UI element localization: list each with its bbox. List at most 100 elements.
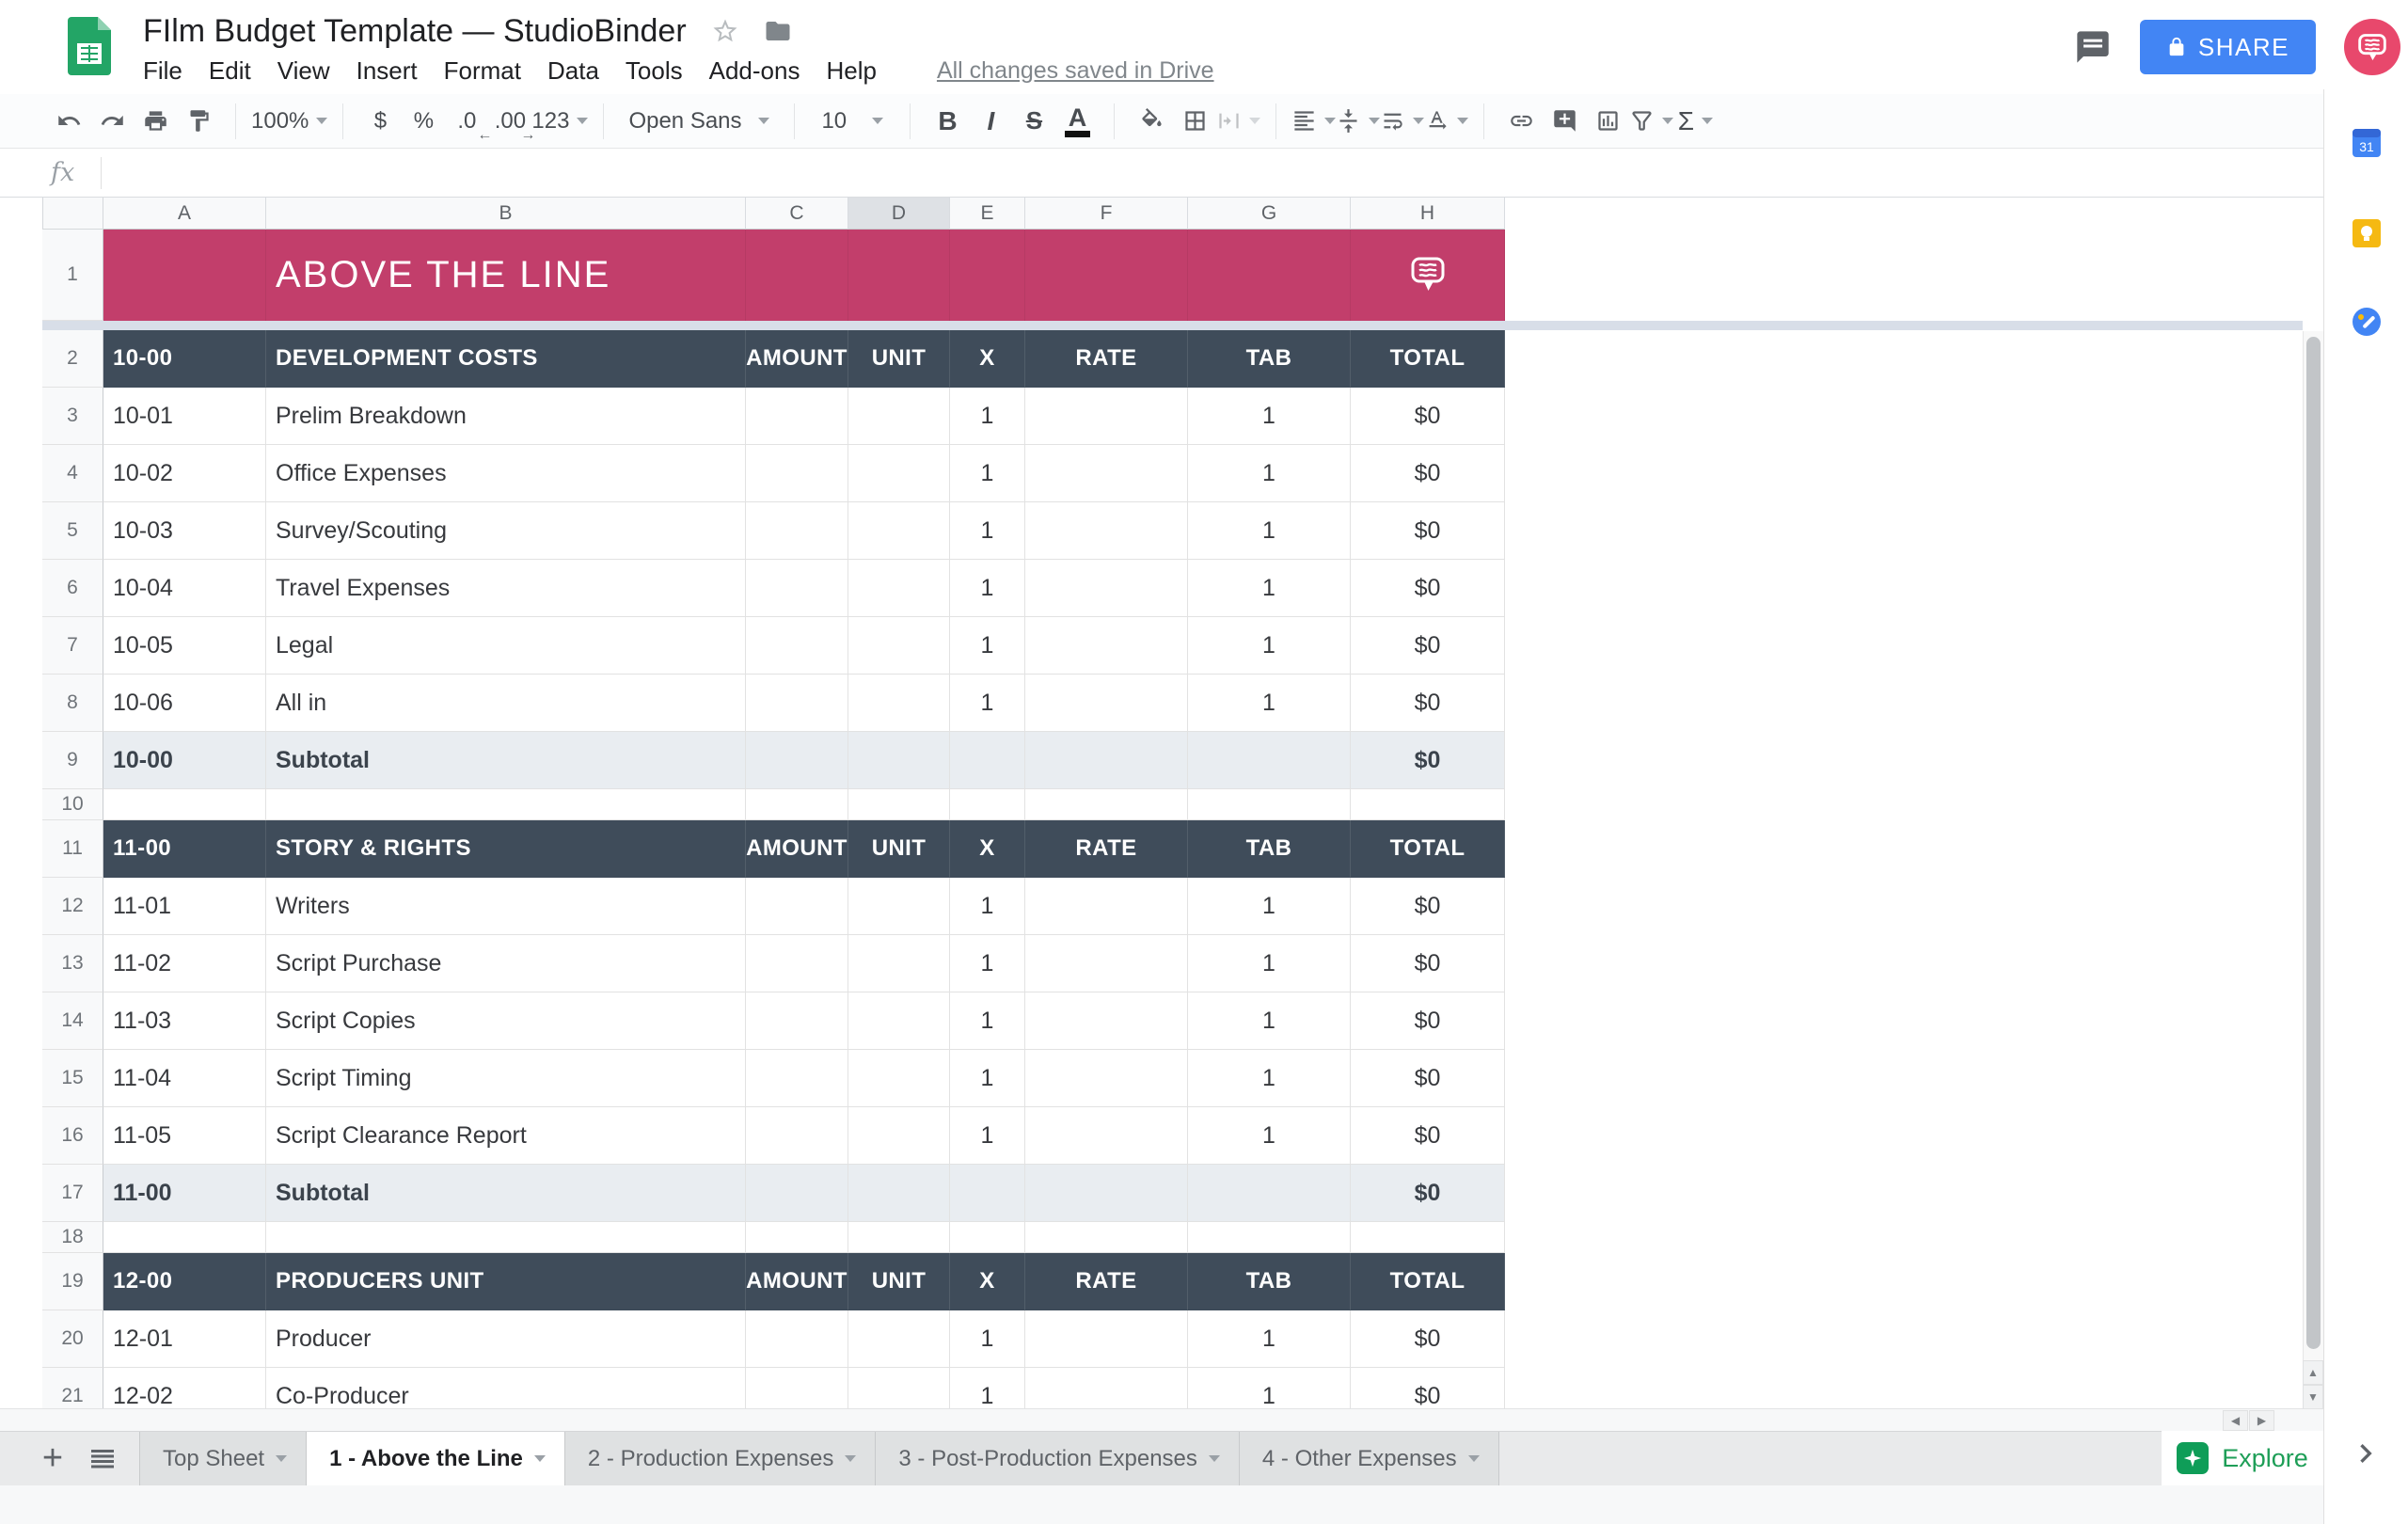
row-header-8[interactable]: 8 bbox=[42, 675, 103, 732]
cell-G14[interactable]: 1 bbox=[1188, 992, 1351, 1050]
column-header-C[interactable]: C bbox=[746, 198, 848, 230]
cell-B20[interactable]: Producer bbox=[266, 1310, 746, 1368]
cell-A6[interactable]: 10-04 bbox=[103, 560, 266, 617]
comment-history-icon[interactable] bbox=[2074, 28, 2112, 66]
row-header-11[interactable]: 11 bbox=[42, 820, 103, 878]
cell-D3[interactable] bbox=[848, 388, 950, 445]
cell-F11[interactable]: RATE bbox=[1025, 820, 1188, 878]
column-header-G[interactable]: G bbox=[1188, 198, 1351, 230]
share-button[interactable]: SHARE bbox=[2140, 20, 2316, 74]
cell-A1[interactable] bbox=[103, 230, 266, 321]
insert-chart-button[interactable] bbox=[1586, 99, 1629, 144]
cell-E4[interactable]: 1 bbox=[950, 445, 1025, 502]
cell-E18[interactable] bbox=[950, 1222, 1025, 1253]
cell-D4[interactable] bbox=[848, 445, 950, 502]
cell-H10[interactable] bbox=[1351, 789, 1505, 820]
horizontal-align-button[interactable] bbox=[1291, 99, 1336, 144]
bold-button[interactable]: B bbox=[926, 99, 969, 144]
increase-decimal-button[interactable]: .00→ bbox=[488, 99, 531, 144]
cell-D7[interactable] bbox=[848, 617, 950, 675]
cell-H3[interactable]: $0 bbox=[1351, 388, 1505, 445]
menu-file[interactable]: File bbox=[143, 56, 182, 86]
cell-A8[interactable]: 10-06 bbox=[103, 675, 266, 732]
cell-C6[interactable] bbox=[746, 560, 848, 617]
cell-G15[interactable]: 1 bbox=[1188, 1050, 1351, 1107]
redo-button[interactable] bbox=[90, 99, 134, 144]
cell-D11[interactable]: UNIT bbox=[848, 820, 950, 878]
cell-H14[interactable]: $0 bbox=[1351, 992, 1505, 1050]
sheet-tab-top-sheet[interactable]: Top Sheet bbox=[139, 1432, 307, 1485]
cell-C11[interactable]: AMOUNT bbox=[746, 820, 848, 878]
sheet-tab-1-above-the-line[interactable]: 1 - Above the Line bbox=[307, 1432, 565, 1485]
cell-F12[interactable] bbox=[1025, 878, 1188, 935]
cell-H9[interactable]: $0 bbox=[1351, 732, 1505, 789]
cell-B17[interactable]: Subtotal bbox=[266, 1165, 746, 1222]
cell-F7[interactable] bbox=[1025, 617, 1188, 675]
cell-A17[interactable]: 11-00 bbox=[103, 1165, 266, 1222]
cell-B6[interactable]: Travel Expenses bbox=[266, 560, 746, 617]
row-header-16[interactable]: 16 bbox=[42, 1107, 103, 1165]
cell-H4[interactable]: $0 bbox=[1351, 445, 1505, 502]
paint-format-button[interactable] bbox=[177, 99, 220, 144]
cell-B11[interactable]: STORY & RIGHTS bbox=[266, 820, 746, 878]
cell-C5[interactable] bbox=[746, 502, 848, 560]
row-header-4[interactable]: 4 bbox=[42, 445, 103, 502]
filter-button[interactable] bbox=[1629, 99, 1673, 144]
cell-D16[interactable] bbox=[848, 1107, 950, 1165]
cell-A13[interactable]: 11-02 bbox=[103, 935, 266, 992]
google-keep-icon[interactable] bbox=[2353, 219, 2381, 247]
column-header-E[interactable]: E bbox=[950, 198, 1025, 230]
cell-H21[interactable]: $0 bbox=[1351, 1368, 1505, 1408]
cell-F18[interactable] bbox=[1025, 1222, 1188, 1253]
cell-G18[interactable] bbox=[1188, 1222, 1351, 1253]
formula-input[interactable] bbox=[102, 149, 2323, 197]
show-side-panel-icon[interactable] bbox=[2347, 1435, 2384, 1472]
cell-A12[interactable]: 11-01 bbox=[103, 878, 266, 935]
cell-E15[interactable]: 1 bbox=[950, 1050, 1025, 1107]
cell-A2[interactable]: 10-00 bbox=[103, 330, 266, 388]
cell-B8[interactable]: All in bbox=[266, 675, 746, 732]
saved-status-link[interactable]: All changes saved in Drive bbox=[937, 57, 1214, 85]
scroll-down-button[interactable]: ▼ bbox=[2303, 1385, 2323, 1409]
cell-G8[interactable]: 1 bbox=[1188, 675, 1351, 732]
cell-B3[interactable]: Prelim Breakdown bbox=[266, 388, 746, 445]
add-sheet-button[interactable]: + bbox=[26, 1432, 79, 1485]
cell-F3[interactable] bbox=[1025, 388, 1188, 445]
scroll-right-button[interactable]: ▶ bbox=[2249, 1410, 2274, 1431]
cell-G12[interactable]: 1 bbox=[1188, 878, 1351, 935]
row-header-3[interactable]: 3 bbox=[42, 388, 103, 445]
cell-A11[interactable]: 11-00 bbox=[103, 820, 266, 878]
cell-F16[interactable] bbox=[1025, 1107, 1188, 1165]
cell-H15[interactable]: $0 bbox=[1351, 1050, 1505, 1107]
cell-F1[interactable] bbox=[1025, 230, 1188, 321]
cell-G21[interactable]: 1 bbox=[1188, 1368, 1351, 1408]
cell-B12[interactable]: Writers bbox=[266, 878, 746, 935]
google-sheets-icon[interactable] bbox=[68, 17, 111, 75]
cell-D19[interactable]: UNIT bbox=[848, 1253, 950, 1310]
cell-E7[interactable]: 1 bbox=[950, 617, 1025, 675]
cell-E12[interactable]: 1 bbox=[950, 878, 1025, 935]
column-header-F[interactable]: F bbox=[1025, 198, 1188, 230]
menu-format[interactable]: Format bbox=[444, 56, 521, 86]
functions-button[interactable]: Σ bbox=[1673, 99, 1717, 144]
cell-A16[interactable]: 11-05 bbox=[103, 1107, 266, 1165]
cell-G16[interactable]: 1 bbox=[1188, 1107, 1351, 1165]
cell-B13[interactable]: Script Purchase bbox=[266, 935, 746, 992]
cell-G2[interactable]: TAB bbox=[1188, 330, 1351, 388]
row-header-1[interactable]: 1 bbox=[42, 230, 103, 321]
cell-G4[interactable]: 1 bbox=[1188, 445, 1351, 502]
cell-A21[interactable]: 12-02 bbox=[103, 1368, 266, 1408]
cell-C15[interactable] bbox=[746, 1050, 848, 1107]
cell-H7[interactable]: $0 bbox=[1351, 617, 1505, 675]
cell-G5[interactable]: 1 bbox=[1188, 502, 1351, 560]
google-calendar-icon[interactable]: 31 bbox=[2353, 129, 2381, 157]
cell-A15[interactable]: 11-04 bbox=[103, 1050, 266, 1107]
cell-C4[interactable] bbox=[746, 445, 848, 502]
cell-F19[interactable]: RATE bbox=[1025, 1253, 1188, 1310]
cell-B2[interactable]: DEVELOPMENT COSTS bbox=[266, 330, 746, 388]
move-folder-icon[interactable] bbox=[764, 17, 792, 45]
menu-view[interactable]: View bbox=[277, 56, 330, 86]
menu-tools[interactable]: Tools bbox=[626, 56, 683, 86]
explore-button[interactable]: Explore bbox=[2162, 1431, 2323, 1485]
font-size-select[interactable]: 10 bbox=[810, 99, 895, 144]
